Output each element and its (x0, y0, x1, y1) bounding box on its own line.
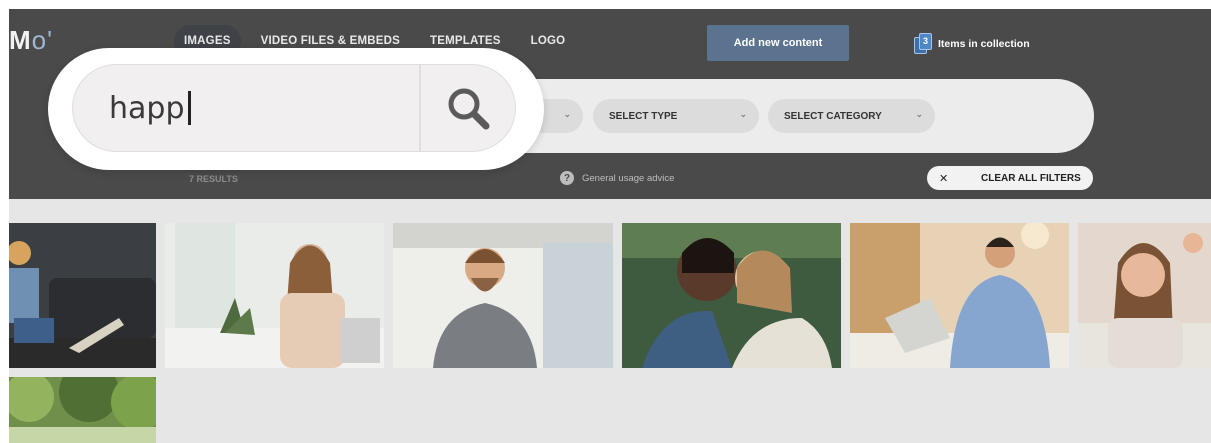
image-tile-woman-laptop-sofa[interactable] (9, 223, 156, 368)
image-tile-two-women-laughing[interactable] (622, 223, 841, 368)
results-count: 7 RESULTS (189, 174, 238, 184)
clear-all-filters-button[interactable]: ✕ CLEAR ALL FILTERS (927, 166, 1093, 190)
collection-count: 3 (919, 33, 932, 50)
search-field[interactable]: happ (72, 64, 516, 152)
select-type-dropdown[interactable]: SELECT TYPE ⌄ (593, 99, 759, 133)
search-magnifier-bubble: happ (48, 48, 544, 170)
tab-logo[interactable]: LOGO (521, 25, 576, 57)
chevron-down-icon: ⌄ (739, 109, 747, 119)
collection-label: Items in collection (938, 38, 1030, 50)
image-tile-woman-lying-smiling[interactable] (1078, 223, 1211, 368)
help-icon: ? (560, 171, 574, 185)
image-tile-man-grey-sweater[interactable] (393, 223, 613, 368)
collection-link[interactable]: 3 Items in collection (914, 33, 1030, 55)
image-tile-man-laptop-cafe[interactable] (850, 223, 1069, 368)
usage-advice-label: General usage advice (582, 172, 675, 184)
chevron-down-icon: ⌄ (915, 109, 923, 119)
chevron-down-icon: ⌄ (563, 109, 571, 119)
image-tile-trees-nature[interactable] (9, 377, 156, 443)
collection-icon: 3 (914, 33, 932, 55)
text-caret (188, 90, 192, 125)
logo[interactable]: Mo' (9, 25, 53, 56)
search-input[interactable]: happ (109, 90, 192, 127)
usage-advice-link[interactable]: ? General usage advice (560, 171, 674, 185)
add-new-content-button[interactable]: Add new content (707, 25, 849, 61)
select-category-dropdown[interactable]: SELECT CATEGORY ⌄ (768, 99, 935, 133)
close-icon: ✕ (939, 172, 949, 185)
image-tile-woman-office-window[interactable] (165, 223, 384, 368)
search-icon (448, 88, 490, 130)
clear-filters-label: CLEAR ALL FILTERS (981, 172, 1081, 184)
search-button[interactable] (419, 65, 515, 151)
